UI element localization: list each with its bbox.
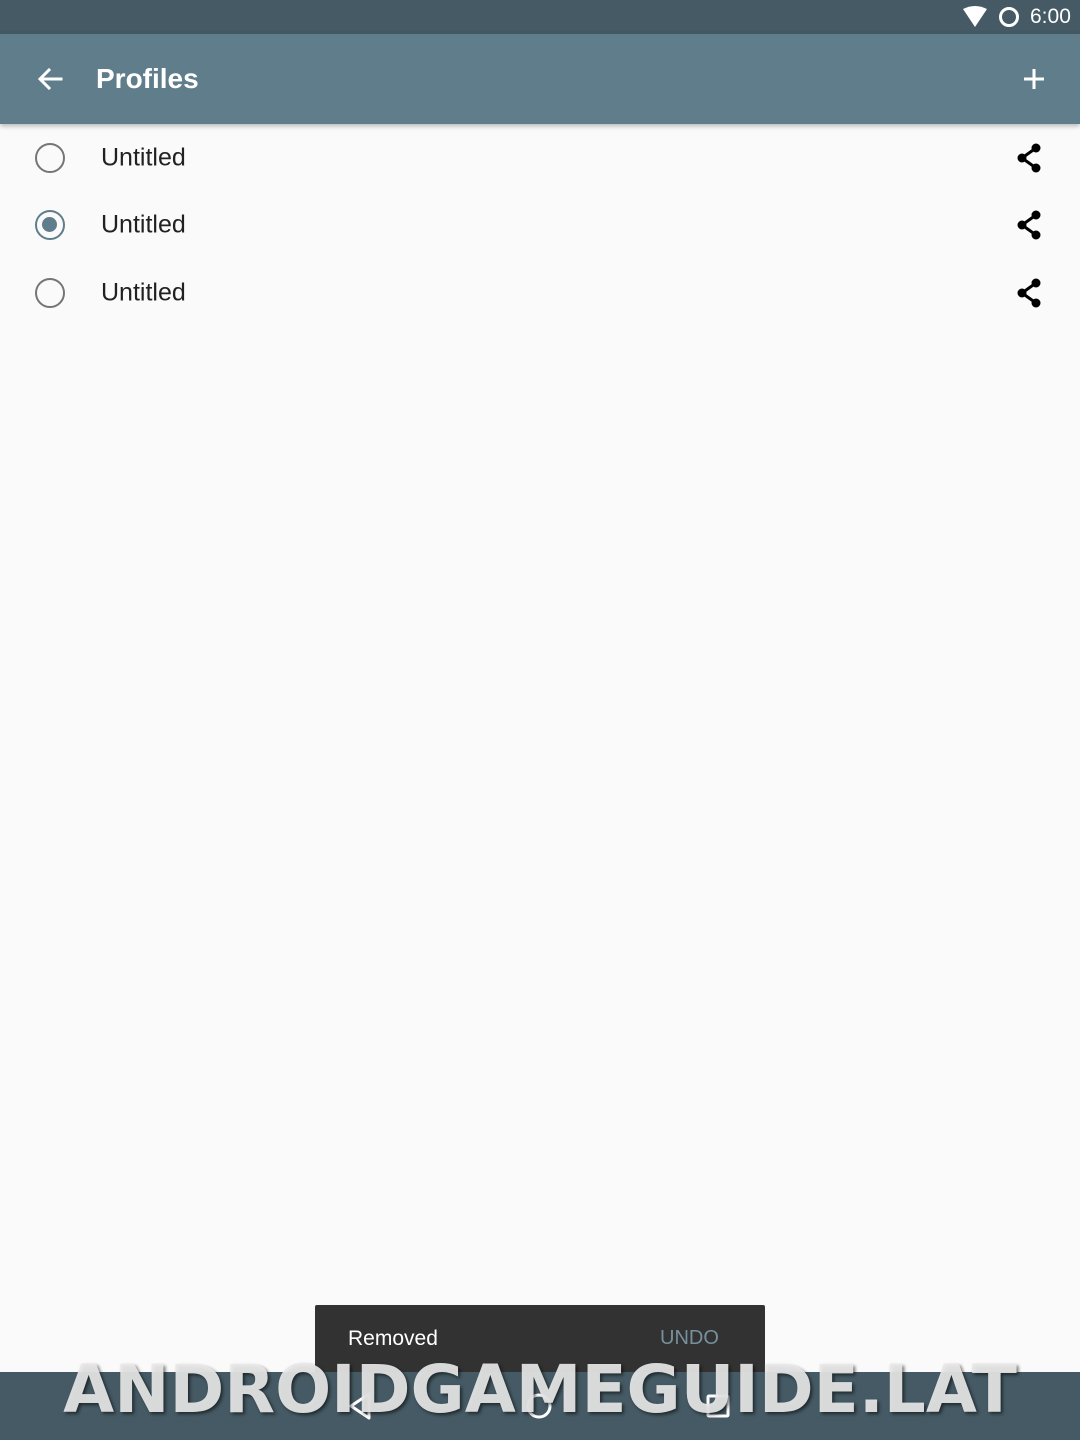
profile-name: Untitled — [101, 143, 186, 172]
share-button[interactable] — [1009, 138, 1049, 178]
battery-icon — [999, 7, 1019, 27]
profile-row[interactable]: Untitled — [0, 259, 1080, 327]
nav-home-button[interactable] — [519, 1386, 559, 1426]
status-time: 6:00 — [1030, 5, 1071, 28]
status-bar: 6:00 — [0, 0, 1080, 34]
share-icon — [1017, 210, 1041, 240]
home-circle-icon — [526, 1393, 552, 1419]
navigation-bar — [0, 1372, 1080, 1440]
profile-row[interactable]: Untitled — [0, 192, 1080, 260]
profile-radio[interactable] — [35, 210, 65, 241]
profile-radio[interactable] — [35, 277, 65, 308]
plus-icon — [1024, 69, 1044, 89]
arrow-back-icon — [37, 67, 63, 91]
share-icon — [1017, 143, 1041, 173]
back-button[interactable] — [30, 59, 70, 99]
share-button[interactable] — [1009, 273, 1049, 313]
back-triangle-icon — [349, 1392, 371, 1420]
profile-name: Untitled — [101, 278, 186, 307]
share-icon — [1017, 278, 1041, 308]
nav-recents-button[interactable] — [698, 1386, 738, 1426]
recents-square-icon — [706, 1394, 730, 1418]
profile-list: Untitled Untitled Untitled — [0, 124, 1080, 327]
wifi-icon — [963, 6, 987, 27]
add-profile-button[interactable] — [1014, 59, 1054, 99]
page-title: Profiles — [96, 63, 199, 94]
profile-radio[interactable] — [35, 142, 65, 173]
snackbar-message: Removed — [348, 1327, 438, 1350]
nav-back-button[interactable] — [340, 1386, 380, 1426]
profile-name: Untitled — [101, 210, 186, 239]
share-button[interactable] — [1009, 205, 1049, 245]
undo-button[interactable]: UNDO — [660, 1327, 719, 1350]
profile-row[interactable]: Untitled — [0, 124, 1080, 192]
app-bar: Profiles — [0, 34, 1080, 124]
